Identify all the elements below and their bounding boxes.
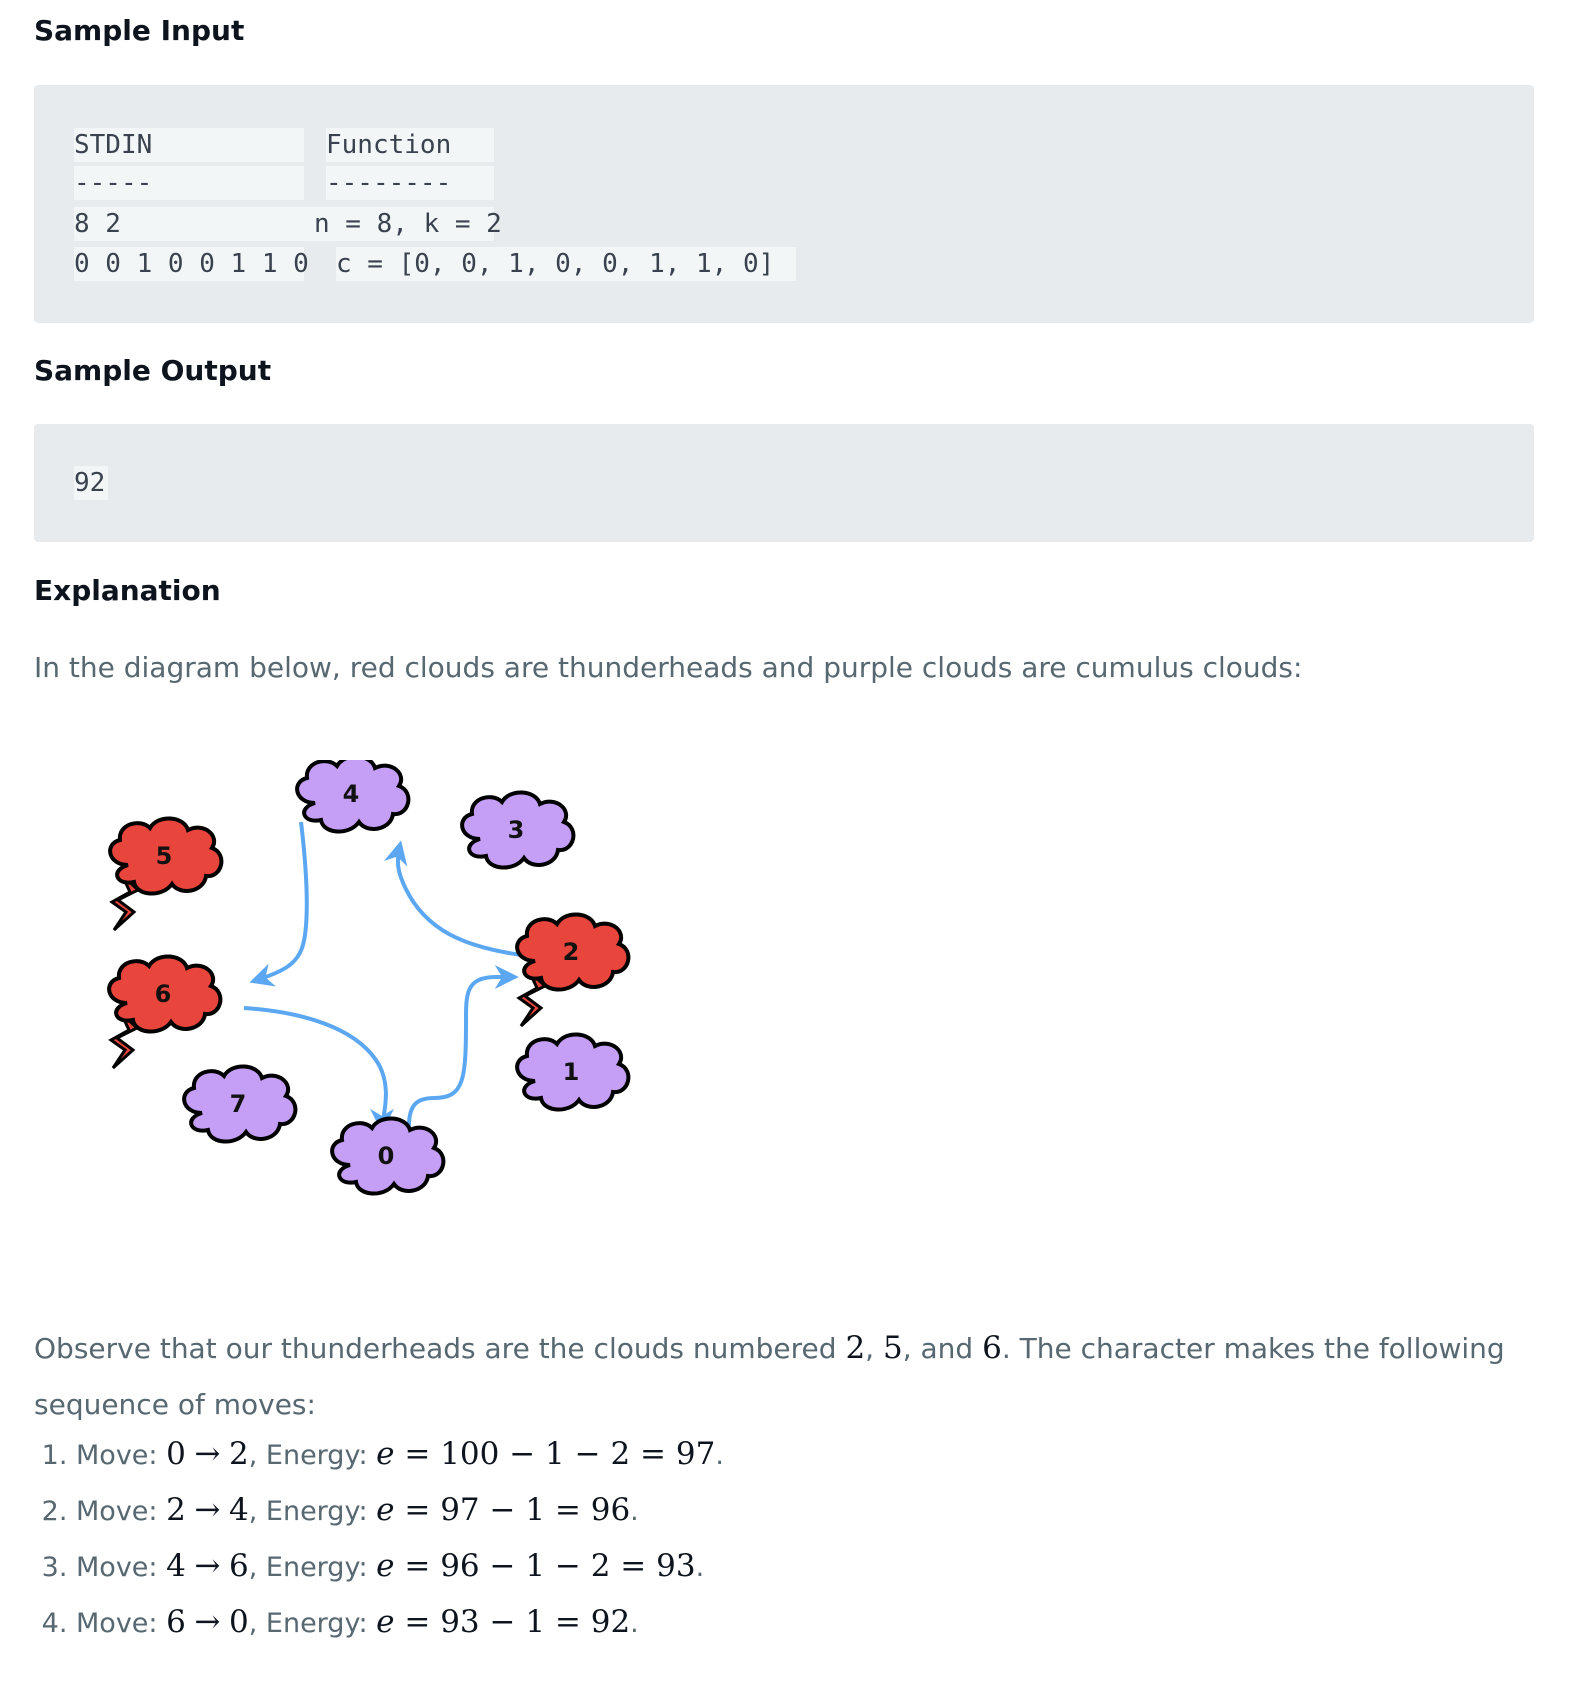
cloud-label: 1 [563, 1058, 580, 1086]
thunderhead-number: 6 [982, 1330, 1002, 1366]
move-prefix: Move: [76, 1440, 167, 1471]
move-arrow: → [194, 1604, 221, 1640]
cloud-label: 7 [230, 1090, 247, 1118]
move-arrow: → [194, 1436, 221, 1472]
stdin-header: STDIN [74, 128, 304, 162]
energy-expr: 97 − 1 = 96 [440, 1492, 631, 1528]
thunderhead-number: 5 [882, 1330, 903, 1366]
moves-list: Move: 0 → 2, Energy: e = 100 − 1 − 2 = 9… [34, 1426, 724, 1650]
clouds: 0 1 2 3 4 5 6 7 [107, 760, 631, 1196]
sample-input-heading: Sample Input [34, 14, 245, 47]
energy-expr: 100 − 1 − 2 = 97 [440, 1436, 716, 1472]
observation-paragraph: Observe that our thunderheads are the cl… [34, 1320, 1534, 1433]
sample-output-heading: Sample Output [34, 354, 272, 387]
energy-expr: 93 − 1 = 92 [440, 1604, 631, 1640]
cloud-0: 0 [330, 1116, 446, 1196]
move-to: 4 [229, 1492, 249, 1528]
move-item: Move: 0 → 2, Energy: e = 100 − 1 − 2 = 9… [76, 1426, 724, 1482]
energy-label: , Energy: [248, 1440, 377, 1471]
cloud-label: 5 [156, 842, 173, 870]
stdin-line-1: 8 2 [74, 207, 314, 241]
energy-label: , Energy: [248, 1608, 377, 1639]
cloud-label: 3 [508, 816, 525, 844]
cloud-label: 6 [155, 980, 172, 1008]
move-prefix: Move: [76, 1552, 167, 1583]
move-arrow: → [194, 1548, 221, 1584]
move-item: Move: 2 → 4, Energy: e = 97 − 1 = 96. [76, 1482, 724, 1538]
move-from: 4 [166, 1548, 186, 1584]
function-divider: -------- [326, 166, 494, 200]
move-end: . [715, 1440, 724, 1471]
cloud-label: 4 [343, 780, 360, 808]
cloud-3: 3 [460, 790, 576, 870]
observe-separator: , [865, 1332, 883, 1365]
energy-var: e [376, 1436, 395, 1472]
explanation-heading: Explanation [34, 574, 221, 607]
energy-var: e [376, 1604, 395, 1640]
cloud-2: 2 [515, 912, 631, 1028]
energy-expr: 96 − 1 − 2 = 93 [440, 1548, 696, 1584]
observe-separator: , and [902, 1332, 983, 1365]
energy-var: e [376, 1492, 395, 1528]
diagram-intro: In the diagram below, red clouds are thu… [34, 651, 1303, 684]
move-arrow: → [194, 1492, 221, 1528]
move-to: 0 [229, 1604, 249, 1640]
function-header: Function [326, 128, 494, 162]
stdin-line-2: 0 0 1 0 0 1 1 0 [74, 247, 309, 281]
move-item: Move: 6 → 0, Energy: e = 93 − 1 = 92. [76, 1594, 724, 1650]
cloud-label: 0 [378, 1142, 395, 1170]
cloud-6: 6 [107, 954, 223, 1070]
energy-label: , Energy: [248, 1552, 377, 1583]
sample-output-box: 92 [34, 424, 1534, 542]
stdin-divider: ----- [74, 166, 304, 200]
move-prefix: Move: [76, 1496, 167, 1527]
cloud-diagram: 0 1 2 3 4 5 6 7 [107, 760, 631, 1196]
energy-label: , Energy: [248, 1496, 377, 1527]
move-prefix: Move: [76, 1608, 167, 1639]
observe-text: Observe that our thunderheads are the cl… [34, 1332, 846, 1365]
move-to: 6 [229, 1548, 249, 1584]
move-to: 2 [229, 1436, 249, 1472]
function-line-1: n = 8, k = 2 [314, 207, 502, 241]
move-end: . [630, 1496, 639, 1527]
thunderhead-number: 2 [845, 1330, 866, 1366]
sample-output-value: 92 [74, 466, 108, 500]
function-line-2: c = [0, 0, 1, 0, 0, 1, 1, 0] [336, 247, 796, 281]
cloud-7: 7 [182, 1064, 298, 1144]
cloud-1: 1 [515, 1032, 631, 1112]
move-from: 0 [166, 1436, 186, 1472]
cloud-5: 5 [108, 816, 224, 932]
cloud-label: 2 [563, 938, 580, 966]
cloud-4: 4 [295, 760, 411, 834]
arrow-4-to-6 [249, 821, 309, 987]
sample-input-box: STDIN Function ----- -------- 8 2 n = 8,… [34, 85, 1534, 323]
move-from: 6 [166, 1604, 186, 1640]
move-item: Move: 4 → 6, Energy: e = 96 − 1 − 2 = 93… [76, 1538, 724, 1594]
move-from: 2 [166, 1492, 186, 1528]
energy-var: e [376, 1548, 395, 1584]
move-end: . [695, 1552, 705, 1583]
move-end: . [630, 1608, 639, 1639]
